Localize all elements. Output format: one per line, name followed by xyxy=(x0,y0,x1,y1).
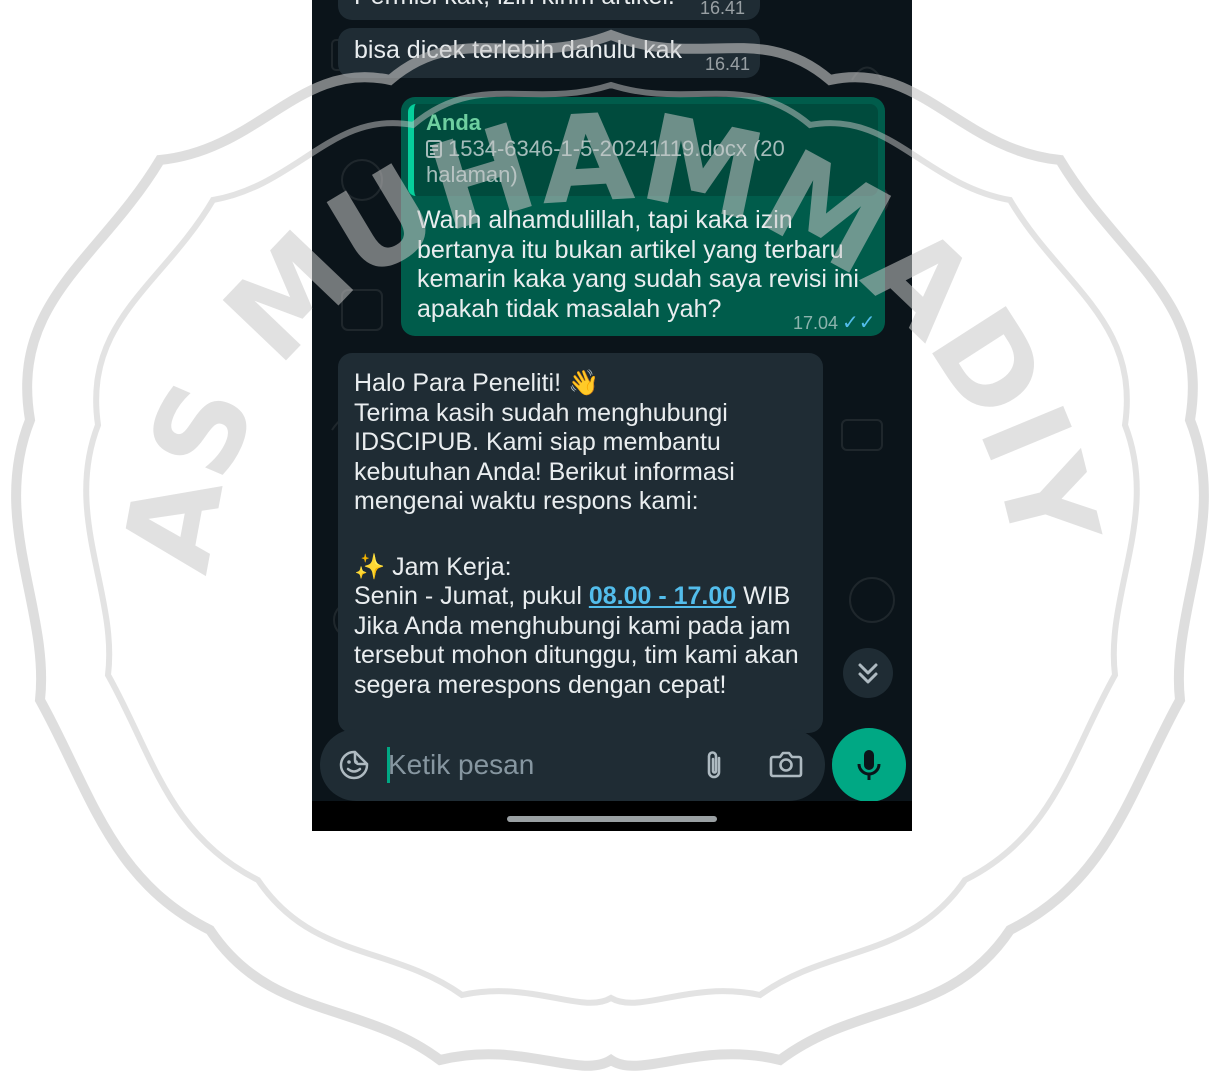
message-text: Permisi kak, izin kirim artikel. xyxy=(354,0,675,12)
message-line: Wahh alhamdulillah, tapi kaka izin xyxy=(417,206,793,234)
paperclip-icon[interactable] xyxy=(700,748,728,782)
double-chevron-down-icon xyxy=(858,663,878,684)
message-line: mengenai waktu respons kami: xyxy=(354,487,699,515)
hours-prefix: Senin - Jumat, pukul xyxy=(354,582,589,610)
message-meta: 17.04 ✓✓ xyxy=(793,309,876,339)
document-name: 1534-6346-1-5-20241119.docx (20 halaman) xyxy=(426,136,785,187)
message-text: Halo Para Peneliti! 👋 Terima kasih sudah… xyxy=(354,369,814,700)
voice-record-button[interactable] xyxy=(832,728,906,802)
greeting-line: Halo Para Peneliti! 👋 xyxy=(354,369,600,397)
sticker-icon[interactable] xyxy=(338,749,370,781)
double-check-icon: ✓✓ xyxy=(842,312,876,334)
message-time: 16.41 xyxy=(705,54,751,74)
message-time: 17.04 xyxy=(793,313,839,333)
message-line: IDSCIPUB. Kami siap membantu xyxy=(354,428,721,456)
home-gesture-handle[interactable] xyxy=(507,816,717,822)
message-line: Jika Anda menghubungi kami pada jam xyxy=(354,611,791,640)
message-line: tersebut mohon ditunggu, tim kami akan xyxy=(354,641,799,669)
chat-screen: Permisi kak, izin kirim artikel. 16.41 b… xyxy=(312,0,912,831)
quoted-reply[interactable]: Anda 1534-6346-1-5-20241119.docx (20 hal… xyxy=(408,104,878,196)
message-line: Terima kasih sudah menghubungi xyxy=(354,398,728,427)
reply-author: Anda xyxy=(426,110,481,135)
hours-suffix: WIB xyxy=(736,582,791,610)
document-icon xyxy=(426,140,442,158)
message-text: bisa dicek terlebih dahulu kak xyxy=(354,36,682,64)
message-line: kebutuhan Anda! Berikut informasi xyxy=(354,457,735,486)
message-input[interactable]: Ketik pesan xyxy=(388,747,534,783)
message-text: Wahh alhamdulillah, tapi kaka izin berta… xyxy=(417,206,859,324)
message-time: 16.41 xyxy=(700,0,746,18)
message-line: segera merespons dengan cepat! xyxy=(354,670,727,699)
reply-document: 1534-6346-1-5-20241119.docx (20 halaman) xyxy=(426,136,866,188)
message-line: bertanya itu bukan artikel yang terbaru xyxy=(417,235,844,264)
camera-icon[interactable] xyxy=(769,749,803,779)
message-line: kemarin kaka yang sudah saya revisi ini xyxy=(417,265,859,293)
system-navigation-bar xyxy=(312,801,912,831)
incoming-message[interactable]: Halo Para Peneliti! 👋 Terima kasih sudah… xyxy=(338,353,823,733)
incoming-message[interactable]: Permisi kak, izin kirim artikel. 16.41 xyxy=(338,0,760,20)
incoming-message[interactable]: bisa dicek terlebih dahulu kak 16.41 xyxy=(338,28,760,78)
scroll-to-bottom-button[interactable] xyxy=(843,648,893,698)
outgoing-message[interactable]: Anda 1534-6346-1-5-20241119.docx (20 hal… xyxy=(401,97,885,336)
mic-icon xyxy=(857,750,881,780)
hours-title: ✨ Jam Kerja: xyxy=(354,552,512,581)
hours-line: Senin - Jumat, pukul 08.00 - 17.00 WIB xyxy=(354,582,814,612)
hours-link[interactable]: 08.00 - 17.00 xyxy=(589,582,736,610)
